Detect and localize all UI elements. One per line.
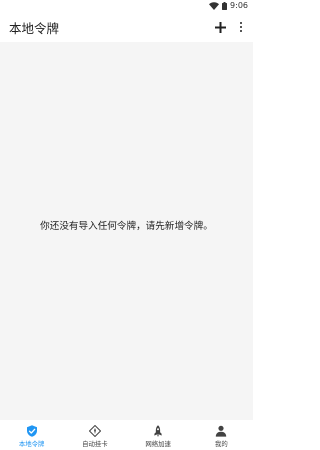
nav-item-auto-card[interactable]: 自动挂卡 (63, 420, 126, 450)
diamond-icon (88, 425, 101, 437)
nav-item-profile[interactable]: 我的 (190, 420, 253, 450)
person-icon (216, 425, 227, 437)
add-token-button[interactable] (215, 21, 226, 33)
more-options-button[interactable] (238, 21, 244, 33)
nav-item-network-boost[interactable]: 网络加速 (127, 420, 190, 450)
empty-state-message: 你还没有导入任何令牌，请先新增令牌。 (40, 221, 213, 232)
status-time: 9:06 (230, 1, 248, 10)
shield-check-icon (26, 425, 37, 437)
header-actions (215, 21, 244, 33)
nav-label-network-boost: 网络加速 (145, 440, 171, 448)
nav-label-auto-card: 自动挂卡 (82, 440, 108, 448)
nav-label-profile: 我的 (214, 440, 228, 448)
more-vert-icon-dot (239, 25, 243, 29)
more-vert-icon-dot (239, 29, 243, 32)
nav-label-local-tokens: 本地令牌 (18, 440, 45, 448)
page-title: 本地令牌 (9, 20, 60, 36)
more-vert-icon-dot (239, 22, 243, 25)
nav-item-local-tokens[interactable]: 本地令牌 (0, 420, 63, 450)
status-bar: 9:06 (0, 0, 253, 12)
rocket-icon (154, 425, 162, 437)
plus-icon (215, 21, 226, 33)
wifi-icon (209, 2, 220, 10)
token-list-area: 你还没有导入任何令牌，请先新增令牌。 (0, 42, 253, 420)
bottom-navigation: 本地令牌 自动挂卡 网络加速 我的 (0, 420, 253, 450)
app-screen: 9:06 本地令牌 你还没有导入任何令牌，请先新增令牌。 本地令牌 自动挂卡 网… (0, 0, 253, 450)
battery-icon (222, 2, 228, 10)
app-header: 本地令牌 (0, 12, 253, 42)
